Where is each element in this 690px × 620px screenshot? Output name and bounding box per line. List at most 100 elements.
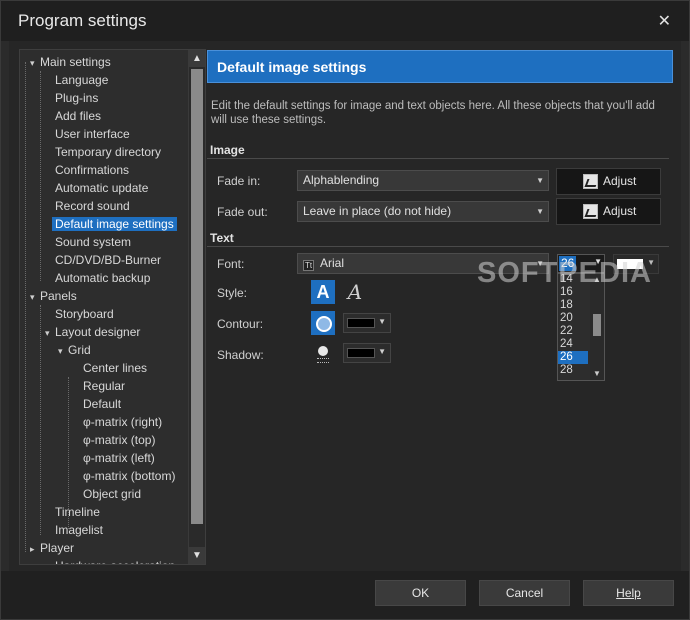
font-value: Arial <box>320 256 345 270</box>
font-size-option[interactable]: 24 <box>558 338 588 351</box>
tree-item-label: Main settings <box>40 55 111 69</box>
tree-item[interactable]: ▾ Layout designer <box>45 323 140 341</box>
cancel-button[interactable]: Cancel <box>479 580 570 606</box>
tree-item[interactable]: Temporary directory <box>45 143 161 161</box>
tree-item[interactable]: Record sound <box>45 197 130 215</box>
tree-item[interactable]: CD/DVD/BD-Burner <box>45 251 161 269</box>
contour-color-swatch <box>347 318 375 328</box>
chevron-down-icon: ▼ <box>536 176 544 185</box>
tree-item-label: Confirmations <box>55 163 130 177</box>
scroll-down-icon[interactable]: ▼ <box>590 368 604 380</box>
expander-icon[interactable]: ▾ <box>30 288 40 306</box>
scroll-down-icon[interactable]: ▼ <box>189 547 205 564</box>
font-size-option[interactable]: 22 <box>558 325 588 338</box>
expander-icon[interactable]: ▸ <box>30 540 40 558</box>
scroll-thumb[interactable] <box>191 69 203 524</box>
shadow-label: Shadow: <box>217 348 264 362</box>
tree-guide-line <box>68 377 69 529</box>
tree-item[interactable]: Add files <box>45 107 101 125</box>
tree-item[interactable]: Default <box>73 395 121 413</box>
tree-scrollbar[interactable]: ▲ ▼ <box>188 50 205 564</box>
ok-button[interactable]: OK <box>375 580 466 606</box>
tree-item-label: Grid <box>68 343 91 357</box>
tree-item-label: Center lines <box>83 361 148 375</box>
contour-toggle-button[interactable] <box>311 311 335 335</box>
tree-guide-line <box>25 62 26 552</box>
bold-style-button[interactable]: A <box>311 280 335 304</box>
fade-out-select[interactable]: Leave in place (do not hide) ▼ <box>297 201 549 222</box>
font-size-option[interactable]: 18 <box>558 299 588 312</box>
tree-item[interactable]: Imagelist <box>45 521 103 539</box>
expander-icon[interactable]: ▾ <box>30 54 40 72</box>
tree-item[interactable]: φ-matrix (left) <box>73 449 155 467</box>
tree-item-label: Regular <box>83 379 126 393</box>
tree-item[interactable]: Language <box>45 71 108 89</box>
tree-guide-line <box>40 305 41 535</box>
tree-item-label: Language <box>55 73 109 87</box>
tree-item[interactable]: Confirmations <box>45 161 129 179</box>
font-size-option[interactable]: 20 <box>558 312 588 325</box>
tree-item-label: φ-matrix (bottom) <box>83 469 176 483</box>
fade-out-label: Fade out: <box>217 205 268 219</box>
size-scroll-thumb[interactable] <box>593 314 601 336</box>
tree-item[interactable]: φ-matrix (right) <box>73 413 162 431</box>
contour-color-select[interactable]: ▼ <box>343 313 391 333</box>
tree-item[interactable]: ▾ Panels <box>30 287 77 305</box>
font-size-option[interactable]: 28 <box>558 364 588 377</box>
tree-item[interactable]: Default image settings <box>45 215 177 233</box>
adjust-label: Adjust <box>603 204 637 218</box>
tree-item[interactable]: Storyboard <box>45 305 114 323</box>
tree-item-label: Timeline <box>55 505 100 519</box>
tree-item-label: User interface <box>55 127 130 141</box>
tree-item-label: Player <box>40 541 75 555</box>
fade-in-value: Alphablending <box>303 173 380 187</box>
tree-item[interactable]: ▸ Player <box>30 539 74 557</box>
tree-item-label: φ-matrix (left) <box>83 451 155 465</box>
expander-icon[interactable]: ▾ <box>45 324 55 342</box>
tree-item[interactable]: ▾ Grid <box>58 341 91 359</box>
scroll-up-icon[interactable]: ▲ <box>189 50 205 67</box>
font-size-option[interactable]: 26 <box>558 351 588 364</box>
tree-item[interactable]: Object grid <box>73 485 141 503</box>
text-section-divider <box>207 246 669 247</box>
fade-in-adjust-button[interactable]: Adjust <box>556 168 661 195</box>
image-section-title: Image <box>210 143 245 157</box>
italic-style-button[interactable]: A <box>343 280 367 304</box>
tree-item[interactable]: Regular <box>73 377 125 395</box>
tree-item[interactable]: Hardware acceleration <box>45 557 175 564</box>
tree-item-label: Default image settings <box>52 217 177 231</box>
shadow-toggle-icon[interactable] <box>313 343 333 365</box>
tree-item[interactable]: ▾ Main settings <box>30 53 111 71</box>
tree-item[interactable]: Sound system <box>45 233 131 251</box>
tree-item[interactable]: User interface <box>45 125 130 143</box>
chevron-down-icon: ▼ <box>378 317 386 326</box>
tree-item-label: Automatic update <box>55 181 149 195</box>
fade-in-select[interactable]: Alphablending ▼ <box>297 170 549 191</box>
window-title: Program settings <box>18 11 147 30</box>
tree-item[interactable]: φ-matrix (bottom) <box>73 467 175 485</box>
dialog-footer: OK Cancel Help <box>1 571 689 619</box>
fade-out-adjust-button[interactable]: Adjust <box>556 198 661 225</box>
settings-tree: ▲ ▼ ▾ Main settings Language Plug-ins Add fi… <box>19 49 206 565</box>
tree-item-label: Automatic backup <box>55 271 151 285</box>
tree-item[interactable]: Automatic backup <box>45 269 150 287</box>
expander-icon[interactable]: ▾ <box>58 342 68 360</box>
tree-item-label: φ-matrix (right) <box>83 415 163 429</box>
style-label: Style: <box>217 286 248 300</box>
tree-item[interactable]: φ-matrix (top) <box>73 431 155 449</box>
tree-item[interactable]: Automatic update <box>45 179 148 197</box>
close-icon[interactable]: ✕ <box>658 11 671 31</box>
tree-item-label: Layout designer <box>55 325 141 339</box>
chevron-down-icon: ▼ <box>378 347 386 356</box>
fade-out-value: Leave in place (do not hide) <box>303 204 452 218</box>
tree-item-label: Record sound <box>55 199 130 213</box>
help-button[interactable]: Help <box>583 580 674 606</box>
shadow-color-select[interactable]: ▼ <box>343 343 391 363</box>
tree-item-label: Temporary directory <box>55 145 162 159</box>
text-section-title: Text <box>210 231 234 245</box>
tree-item[interactable]: Timeline <box>45 503 100 521</box>
tree-item[interactable]: Center lines <box>73 359 147 377</box>
chevron-down-icon: ▼ <box>536 207 544 216</box>
title-bar: Program settings ✕ <box>1 1 689 41</box>
tree-item[interactable]: Plug-ins <box>45 89 98 107</box>
